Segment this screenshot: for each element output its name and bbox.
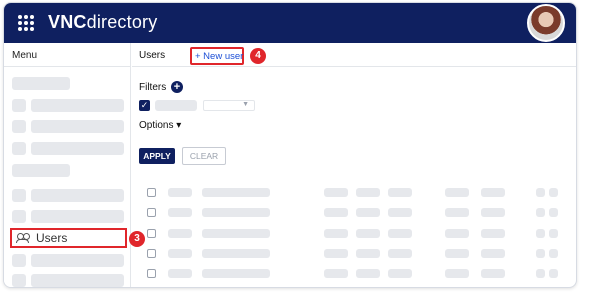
plus-circle-icon[interactable]: + xyxy=(171,81,183,93)
cell-placeholder xyxy=(324,208,348,217)
cell-placeholder xyxy=(202,208,270,217)
sidebar-item-label: Users xyxy=(36,231,68,245)
cell-placeholder xyxy=(356,188,380,197)
options-toggle[interactable]: Options ▾ xyxy=(139,120,181,131)
row-checkbox[interactable] xyxy=(147,188,156,197)
sidebar-placeholder xyxy=(31,210,124,223)
cell-placeholder xyxy=(202,188,270,197)
cell-placeholder xyxy=(481,229,505,238)
cell-placeholder xyxy=(536,249,545,258)
sidebar-item-users[interactable]: Users xyxy=(10,228,127,248)
brand-bold: VNC xyxy=(48,12,87,32)
sidebar-placeholder xyxy=(12,77,70,90)
cell-placeholder xyxy=(168,188,192,197)
cell-placeholder xyxy=(445,269,469,278)
filter-select[interactable]: ▼ xyxy=(203,100,255,111)
sidebar-placeholder xyxy=(12,274,26,287)
cell-placeholder xyxy=(549,249,558,258)
cell-placeholder xyxy=(481,188,505,197)
sidebar-placeholder xyxy=(12,164,70,177)
filter-placeholder xyxy=(155,100,197,111)
cell-placeholder xyxy=(168,249,192,258)
user-avatar[interactable] xyxy=(527,4,565,42)
cell-placeholder xyxy=(536,188,545,197)
tab-bar: Users + New user 4 xyxy=(132,43,576,67)
cell-placeholder xyxy=(356,249,380,258)
brand-logo[interactable]: VNCdirectory xyxy=(48,12,157,33)
sidebar: Menu Users 3 xyxy=(4,43,145,287)
sidebar-placeholder xyxy=(12,99,26,112)
options-label: Options xyxy=(139,120,174,131)
cell-placeholder xyxy=(324,229,348,238)
sidebar-placeholder xyxy=(31,254,124,267)
cell-placeholder xyxy=(356,269,380,278)
brand-rest: directory xyxy=(86,12,158,32)
main-content: Users + New user 4 Filters + ✓ ▼ Options… xyxy=(132,43,576,287)
sidebar-placeholder xyxy=(31,189,124,202)
users-icon xyxy=(16,233,30,243)
sidebar-menu-header: Menu xyxy=(4,43,130,67)
sidebar-placeholder xyxy=(12,120,26,133)
cell-placeholder xyxy=(356,229,380,238)
cell-placeholder xyxy=(388,229,412,238)
filter-checkbox[interactable]: ✓ xyxy=(139,100,150,111)
cell-placeholder xyxy=(481,269,505,278)
cell-placeholder xyxy=(388,249,412,258)
cell-placeholder xyxy=(168,208,192,217)
cell-placeholder xyxy=(445,249,469,258)
callout-badge: 4 xyxy=(250,48,266,64)
cell-placeholder xyxy=(536,208,545,217)
new-user-button[interactable]: + New user xyxy=(190,47,244,65)
cell-placeholder xyxy=(445,208,469,217)
sidebar-placeholder xyxy=(12,254,26,267)
cell-placeholder xyxy=(549,229,558,238)
row-checkbox[interactable] xyxy=(147,229,156,238)
filters-label: Filters xyxy=(139,82,167,93)
sidebar-placeholder xyxy=(31,120,124,133)
clear-button[interactable]: CLEAR xyxy=(182,147,226,165)
cell-placeholder xyxy=(202,249,270,258)
cell-placeholder xyxy=(445,188,469,197)
top-navbar: VNCdirectory xyxy=(4,3,576,43)
cell-placeholder xyxy=(202,269,270,278)
row-checkbox[interactable] xyxy=(147,269,156,278)
cell-placeholder xyxy=(536,229,545,238)
cell-placeholder xyxy=(324,269,348,278)
cell-placeholder xyxy=(481,249,505,258)
cell-placeholder xyxy=(324,249,348,258)
cell-placeholder xyxy=(481,208,505,217)
cell-placeholder xyxy=(168,269,192,278)
tab-users[interactable]: Users xyxy=(139,50,165,61)
cell-placeholder xyxy=(324,188,348,197)
chevron-down-icon: ▼ xyxy=(242,101,249,108)
sidebar-placeholder xyxy=(31,274,124,287)
cell-placeholder xyxy=(549,208,558,217)
cell-placeholder xyxy=(388,269,412,278)
cell-placeholder xyxy=(168,229,192,238)
sidebar-placeholder xyxy=(12,210,26,223)
cell-placeholder xyxy=(536,269,545,278)
apply-button[interactable]: APPLY xyxy=(139,148,175,164)
cell-placeholder xyxy=(202,229,270,238)
cell-placeholder xyxy=(549,188,558,197)
apps-grid-icon[interactable] xyxy=(18,15,34,31)
sidebar-placeholder xyxy=(12,189,26,202)
row-checkbox[interactable] xyxy=(147,249,156,258)
row-checkbox[interactable] xyxy=(147,208,156,217)
sidebar-placeholder xyxy=(31,142,124,155)
cell-placeholder xyxy=(388,208,412,217)
sidebar-placeholder xyxy=(12,142,26,155)
caret-down-icon: ▾ xyxy=(176,120,182,131)
cell-placeholder xyxy=(356,208,380,217)
cell-placeholder xyxy=(388,188,412,197)
app-window: VNCdirectory Menu Users 3 Users + New us… xyxy=(3,2,577,288)
cell-placeholder xyxy=(445,229,469,238)
cell-placeholder xyxy=(549,269,558,278)
sidebar-placeholder xyxy=(31,99,124,112)
